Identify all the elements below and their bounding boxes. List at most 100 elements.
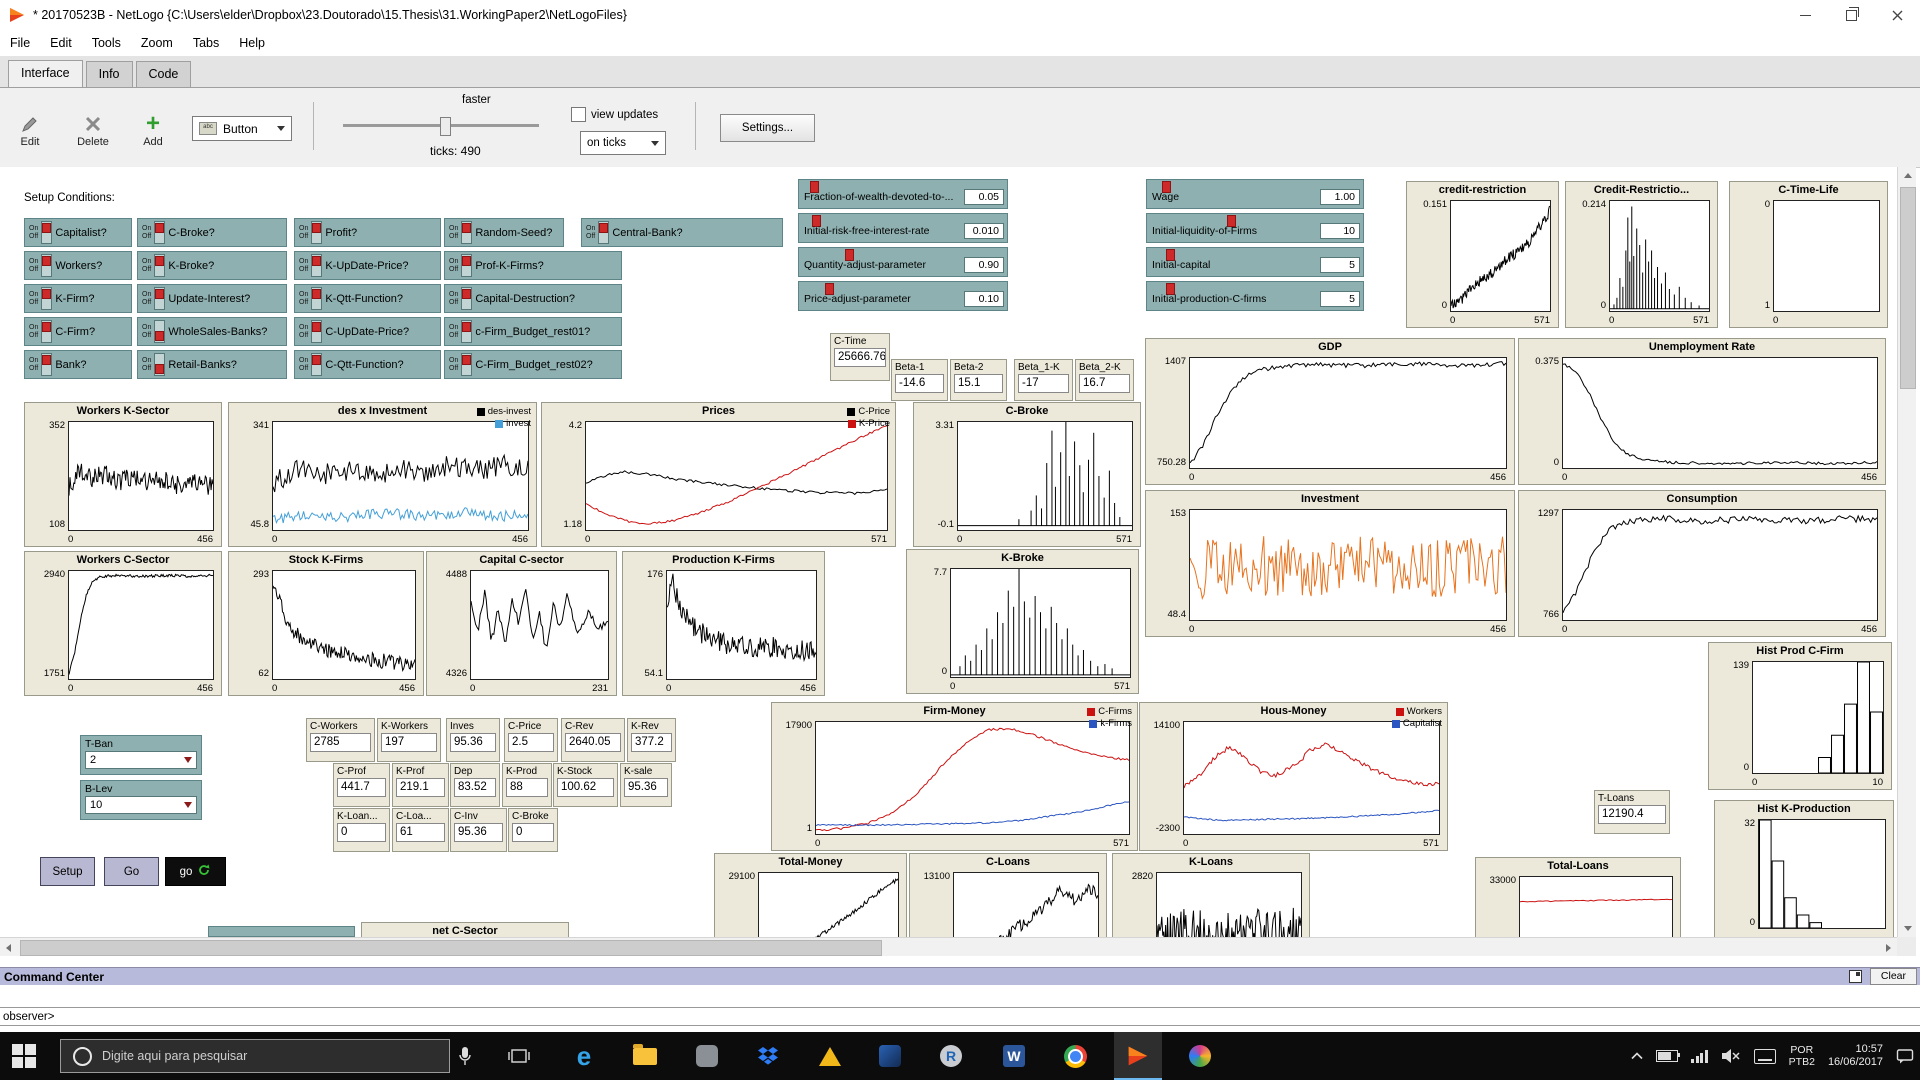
switch-knob[interactable]: [462, 322, 472, 332]
switch-knob[interactable]: [462, 289, 472, 299]
menu-help[interactable]: Help: [229, 36, 275, 50]
switch-c-firm-budget-rest02[interactable]: On Off C-Firm_Budget_rest02?: [444, 350, 622, 379]
horizontal-scroll-thumb[interactable]: [20, 940, 882, 956]
switch-capitalist[interactable]: On Off Capitalist?: [24, 218, 132, 247]
task-view-button[interactable]: [495, 1032, 543, 1080]
scroll-right-arrow[interactable]: [1880, 939, 1897, 956]
slider-price-adjust[interactable]: Price-adjust-parameter 0.10: [798, 281, 1008, 311]
switch-track[interactable]: [311, 353, 323, 376]
switch-k-firm[interactable]: On Off K-Firm?: [24, 284, 132, 313]
command-line[interactable]: observer>: [0, 1007, 1920, 1026]
switch-track[interactable]: [41, 221, 53, 244]
switch-random-seed[interactable]: On Off Random-Seed?: [444, 218, 564, 247]
tray-chevron-icon[interactable]: [1631, 1052, 1643, 1060]
volume-muted-icon[interactable]: [1721, 1048, 1741, 1064]
switch-track[interactable]: [154, 254, 166, 277]
switch-central-bank[interactable]: On Off Central-Bank?: [581, 218, 783, 247]
widget-type-dropdown[interactable]: abc Button: [192, 116, 292, 141]
scroll-left-arrow[interactable]: [0, 939, 17, 956]
touch-keyboard-icon[interactable]: [1753, 1048, 1776, 1064]
update-mode-dropdown[interactable]: on ticks: [580, 131, 666, 155]
taskbar-edge[interactable]: e: [560, 1032, 608, 1080]
network-icon[interactable]: [1691, 1049, 1708, 1063]
slider-fraction-of-wealth[interactable]: Fraction-of-wealth-devoted-to-... 0.05: [798, 179, 1008, 209]
switch-knob[interactable]: [462, 355, 472, 365]
switch-track[interactable]: [154, 353, 166, 376]
taskbar-app-gray[interactable]: [683, 1032, 731, 1080]
switch-knob[interactable]: [155, 223, 165, 233]
switch-knob[interactable]: [462, 223, 472, 233]
go-button[interactable]: Go: [104, 857, 159, 886]
switch-c-firm-budget-rest01[interactable]: On Off c-Firm_Budget_rest01?: [444, 317, 622, 346]
switch-track[interactable]: [461, 221, 473, 244]
switch-k-broke[interactable]: On Off K-Broke?: [137, 251, 287, 280]
delete-button[interactable]: Delete: [67, 112, 119, 148]
switch-c-update-price[interactable]: On Off C-UpDate-Price?: [294, 317, 441, 346]
close-button[interactable]: [1874, 0, 1920, 30]
taskbar-app-colorful[interactable]: [1176, 1032, 1224, 1080]
restore-button[interactable]: [1828, 0, 1874, 30]
switch-knob[interactable]: [155, 331, 165, 341]
switch-c-qtt-function[interactable]: On Off C-Qtt-Function?: [294, 350, 441, 379]
horizontal-scrollbar[interactable]: [0, 937, 1897, 956]
switch-k-qtt-function[interactable]: On Off K-Qtt-Function?: [294, 284, 441, 313]
scroll-up-arrow[interactable]: [1899, 167, 1916, 184]
checkbox-icon[interactable]: [571, 107, 586, 122]
speed-slider-thumb[interactable]: [440, 117, 451, 136]
taskbar-file-explorer[interactable]: [621, 1032, 669, 1080]
chooser-t-ban[interactable]: T-Ban 2: [80, 735, 202, 775]
chooser-value-box[interactable]: 10: [85, 796, 197, 814]
taskbar-search[interactable]: Digite aqui para pesquisar: [60, 1039, 450, 1073]
vertical-scroll-thumb[interactable]: [1900, 187, 1916, 389]
switch-retail-banks[interactable]: On Off Retail-Banks?: [137, 350, 287, 379]
setup-button[interactable]: Setup: [40, 857, 95, 886]
taskbar-r[interactable]: R: [927, 1032, 975, 1080]
taskbar-clock[interactable]: 10:57 16/06/2017: [1828, 1043, 1883, 1069]
switch-update-interest[interactable]: On Off Update-Interest?: [137, 284, 287, 313]
slider-initial-liquidity[interactable]: Initial-liquidity-of-Firms 10: [1146, 213, 1364, 243]
taskbar-netlogo-active[interactable]: [1114, 1032, 1162, 1080]
switch-profit[interactable]: On Off Profit?: [294, 218, 441, 247]
command-center-expand-icon[interactable]: [1848, 970, 1862, 983]
command-center-clear-button[interactable]: Clear: [1869, 968, 1917, 985]
switch-wholesales-banks[interactable]: On Off WholeSales-Banks?: [137, 317, 287, 346]
switch-track[interactable]: [311, 320, 323, 343]
switch-track[interactable]: [598, 221, 610, 244]
mic-button[interactable]: [441, 1032, 489, 1080]
switch-track[interactable]: [154, 287, 166, 310]
switch-knob[interactable]: [42, 322, 52, 332]
taskbar-dropbox[interactable]: [744, 1032, 792, 1080]
switch-knob[interactable]: [312, 256, 322, 266]
tab-info[interactable]: Info: [85, 61, 133, 87]
switch-track[interactable]: [154, 221, 166, 244]
switch-knob[interactable]: [42, 256, 52, 266]
switch-knob[interactable]: [312, 322, 322, 332]
switch-knob[interactable]: [42, 355, 52, 365]
switch-c-broke[interactable]: On Off C-Broke?: [137, 218, 287, 247]
switch-c-firm[interactable]: On Off C-Firm?: [24, 317, 132, 346]
switch-prof-k-firms[interactable]: On Off Prof-K-Firms?: [444, 251, 622, 280]
switch-track[interactable]: [41, 353, 53, 376]
tab-code[interactable]: Code: [135, 61, 192, 87]
notification-icon[interactable]: [1896, 1048, 1914, 1064]
slider-quantity-adjust[interactable]: Quantity-adjust-parameter 0.90: [798, 247, 1008, 277]
switch-track[interactable]: [41, 287, 53, 310]
switch-knob[interactable]: [312, 355, 322, 365]
add-button[interactable]: + Add: [131, 112, 175, 149]
switch-knob[interactable]: [155, 256, 165, 266]
switch-track[interactable]: [461, 353, 473, 376]
language-indicator[interactable]: POR PTB2: [1789, 1044, 1815, 1068]
switch-knob[interactable]: [312, 223, 322, 233]
settings-button[interactable]: Settings...: [720, 114, 815, 142]
switch-track[interactable]: [311, 221, 323, 244]
taskbar-word[interactable]: W: [990, 1032, 1038, 1080]
view-updates-checkbox[interactable]: view updates: [571, 107, 658, 122]
switch-knob[interactable]: [155, 289, 165, 299]
switch-track[interactable]: [41, 320, 53, 343]
switch-workers[interactable]: On Off Workers?: [24, 251, 132, 280]
switch-track[interactable]: [311, 254, 323, 277]
minimize-button[interactable]: [1782, 0, 1828, 30]
taskbar-app-yellow[interactable]: [806, 1032, 854, 1080]
menu-zoom[interactable]: Zoom: [131, 36, 183, 50]
switch-k-update-price[interactable]: On Off K-UpDate-Price?: [294, 251, 441, 280]
